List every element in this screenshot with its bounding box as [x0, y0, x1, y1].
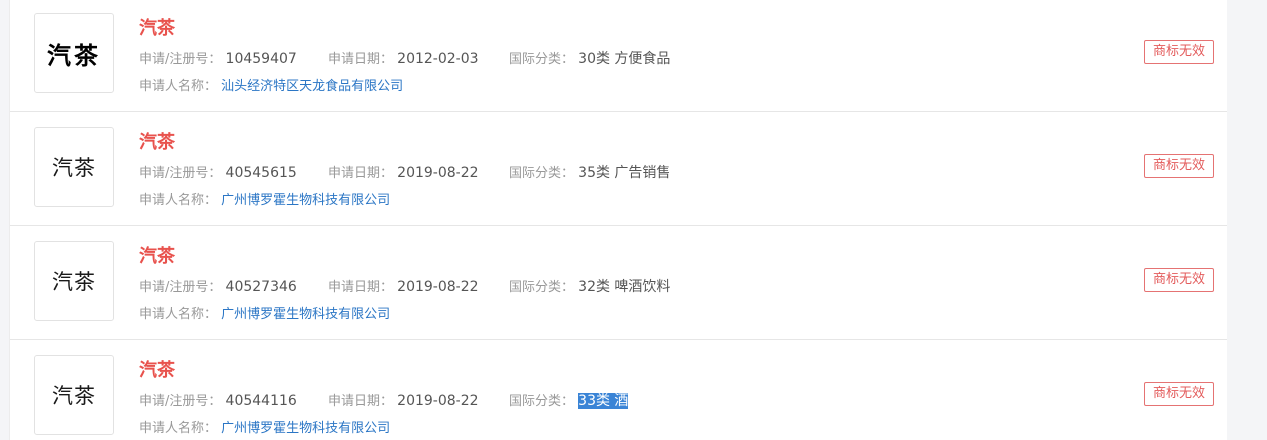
applicant-link[interactable]: 汕头经济特区天龙食品有限公司 — [221, 79, 403, 94]
applicant-link[interactable]: 广州博罗霍生物科技有限公司 — [221, 193, 390, 208]
trademark-logo[interactable]: 汽茶 — [34, 355, 114, 435]
apply-date-field: 申请日期： 2019-08-22 — [328, 390, 479, 409]
trademark-row[interactable]: 汽茶 汽茶 申请/注册号： 40544116 申请日期： 2019-08-22 … — [10, 341, 1227, 440]
status-badge: 商标无效 — [1143, 382, 1214, 406]
trademark-name[interactable]: 汽茶 — [139, 242, 175, 268]
applicant-link[interactable]: 广州博罗霍生物科技有限公司 — [221, 421, 390, 436]
trademark-logo[interactable]: 汽茶 — [34, 13, 114, 93]
intl-class-label: 国际分类： — [509, 166, 575, 181]
apply-date-label: 申请日期： — [328, 52, 394, 67]
page-gutter — [1227, 0, 1267, 440]
intl-class-field: 国际分类： 30类 方便食品 — [509, 48, 670, 68]
apply-date-value: 2019-08-22 — [397, 279, 479, 295]
status-badge: 商标无效 — [1143, 154, 1214, 178]
trademark-logo-text: 汽茶 — [52, 384, 96, 408]
apply-date-field: 申请日期： 2019-08-22 — [328, 162, 479, 181]
apply-date-field: 申请日期： 2019-08-22 — [328, 276, 479, 295]
reg-no-field: 申请/注册号： 40545615 — [139, 162, 297, 181]
apply-date-label: 申请日期： — [328, 394, 394, 409]
trademark-name[interactable]: 汽茶 — [139, 14, 175, 40]
apply-date-label: 申请日期： — [328, 280, 394, 295]
reg-no-value: 40545615 — [225, 165, 297, 181]
applicant-line: 申请人名称： 广州博罗霍生物科技有限公司 — [139, 303, 390, 322]
reg-no-label: 申请/注册号： — [139, 394, 222, 409]
trademark-result-list: 汽茶 汽茶 申请/注册号： 10459407 申请日期： 2012-02-03 … — [9, 0, 1228, 440]
trademark-name[interactable]: 汽茶 — [139, 356, 175, 382]
applicant-line: 申请人名称： 广州博罗霍生物科技有限公司 — [139, 417, 390, 436]
apply-date-value: 2019-08-22 — [397, 393, 479, 409]
intl-class-value: 32类 啤酒饮料 — [578, 279, 671, 295]
apply-date-value: 2019-08-22 — [397, 165, 479, 181]
apply-date-label: 申请日期： — [328, 166, 394, 181]
reg-no-field: 申请/注册号： 10459407 — [139, 48, 297, 67]
apply-date-value: 2012-02-03 — [397, 51, 479, 67]
trademark-logo-text: 汽茶 — [52, 156, 96, 180]
applicant-line: 申请人名称： 广州博罗霍生物科技有限公司 — [139, 189, 390, 208]
intl-class-field: 国际分类： 32类 啤酒饮料 — [509, 276, 670, 296]
intl-class-label: 国际分类： — [509, 394, 575, 409]
applicant-label: 申请人名称： — [139, 307, 218, 322]
trademark-row[interactable]: 汽茶 汽茶 申请/注册号： 40545615 申请日期： 2019-08-22 … — [10, 113, 1227, 226]
apply-date-field: 申请日期： 2012-02-03 — [328, 48, 479, 67]
applicant-label: 申请人名称： — [139, 421, 218, 436]
reg-no-label: 申请/注册号： — [139, 166, 222, 181]
trademark-logo-text: 汽茶 — [52, 270, 96, 294]
trademark-row[interactable]: 汽茶 汽茶 申请/注册号： 10459407 申请日期： 2012-02-03 … — [10, 0, 1227, 112]
status-badge: 商标无效 — [1143, 40, 1214, 64]
intl-class-label: 国际分类： — [509, 52, 575, 67]
reg-no-label: 申请/注册号： — [139, 280, 222, 295]
reg-no-field: 申请/注册号： 40544116 — [139, 390, 297, 409]
intl-class-field: 国际分类： 35类 广告销售 — [509, 162, 670, 182]
reg-no-field: 申请/注册号： 40527346 — [139, 276, 297, 295]
status-badge: 商标无效 — [1143, 268, 1214, 292]
intl-class-value: 35类 广告销售 — [578, 165, 671, 181]
trademark-logo[interactable]: 汽茶 — [34, 127, 114, 207]
reg-no-label: 申请/注册号： — [139, 52, 222, 67]
trademark-row[interactable]: 汽茶 汽茶 申请/注册号： 40527346 申请日期： 2019-08-22 … — [10, 227, 1227, 340]
reg-no-value: 40527346 — [225, 279, 297, 295]
intl-class-value: 30类 方便食品 — [578, 51, 671, 67]
reg-no-value: 10459407 — [225, 51, 297, 67]
intl-class-value-selected: 33类 酒 — [578, 393, 629, 409]
trademark-logo-text: 汽茶 — [47, 41, 101, 70]
intl-class-label: 国际分类： — [509, 280, 575, 295]
applicant-link[interactable]: 广州博罗霍生物科技有限公司 — [221, 307, 390, 322]
trademark-name[interactable]: 汽茶 — [139, 128, 175, 154]
applicant-label: 申请人名称： — [139, 79, 218, 94]
applicant-line: 申请人名称： 汕头经济特区天龙食品有限公司 — [139, 75, 403, 94]
trademark-logo[interactable]: 汽茶 — [34, 241, 114, 321]
intl-class-field: 国际分类： 33类 酒 — [509, 390, 629, 410]
reg-no-value: 40544116 — [225, 393, 297, 409]
applicant-label: 申请人名称： — [139, 193, 218, 208]
